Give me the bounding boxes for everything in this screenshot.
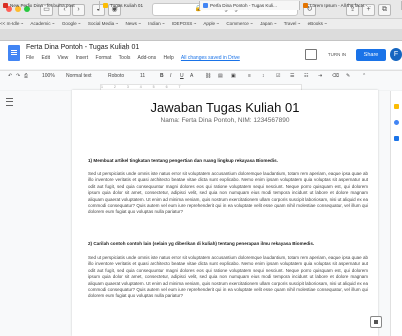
save-status[interactable]: All changes saved in Drive: [181, 55, 240, 61]
menu-help[interactable]: Help: [164, 55, 174, 61]
share-button[interactable]: Share: [356, 49, 386, 61]
bookmarks-bar: << m-Idle ~ Academic ~ Google ~ Social M…: [0, 19, 402, 29]
font-size-select[interactable]: 11: [140, 71, 145, 82]
browser-tab-active[interactable]: Perfa Dina Pontoh - Tugas Kuli...: [200, 1, 300, 10]
bookmark-item[interactable]: << m-Idle ~: [0, 21, 23, 26]
docs-logo-icon[interactable]: [8, 45, 20, 61]
bookmark-item[interactable]: IDEPOSS ~: [172, 21, 196, 26]
menu-format[interactable]: Format: [96, 55, 112, 61]
bookmark-item[interactable]: Japan ~: [260, 21, 276, 26]
print-icon[interactable]: ⎙: [24, 71, 28, 82]
edit-mode-icon[interactable]: ✎: [346, 71, 350, 82]
browser-tab[interactable]: Lorem Ipsum - All the facts -...: [300, 1, 402, 10]
undo-icon[interactable]: ↶: [8, 71, 12, 82]
checklist-icon[interactable]: ☑: [276, 71, 280, 82]
answer-2-paragraph[interactable]: Sed ut perspiciatis unde omnis iste natu…: [88, 255, 368, 335]
menu-tools[interactable]: Tools: [119, 55, 131, 61]
bookmark-item[interactable]: Commerce ~: [226, 21, 252, 26]
tab-favicon-icon: [103, 3, 108, 8]
side-panel: [390, 91, 402, 336]
menu-view[interactable]: View: [57, 55, 68, 61]
star-icon[interactable]: ☆: [123, 44, 129, 52]
clear-format-icon[interactable]: ⌫: [332, 71, 339, 82]
zoom-select[interactable]: 100%: [42, 71, 55, 82]
tab-favicon-icon: [303, 3, 308, 8]
calendar-icon[interactable]: [394, 136, 399, 141]
tab-bar: [0, 29, 402, 41]
indent-icon[interactable]: ⇥: [318, 71, 322, 82]
collapse-icon[interactable]: ⌃: [362, 71, 366, 82]
bookmark-item[interactable]: eBooks ~: [308, 21, 327, 26]
tab-favicon-icon: [3, 3, 8, 8]
answer-1-paragraph[interactable]: Sed ut perspiciatis unde omnis iste natu…: [88, 171, 368, 231]
menu-addons[interactable]: Add-ons: [137, 55, 156, 61]
bookmark-item[interactable]: Social Media ~: [88, 21, 118, 26]
line-spacing-icon[interactable]: ↕: [262, 71, 265, 82]
question-2[interactable]: 2) Carilah contoh contoh lain (selain yg…: [88, 241, 368, 246]
outline-icon[interactable]: [6, 98, 13, 106]
menu-bar: File Edit View Insert Format Tools Add-o…: [26, 55, 246, 61]
tab-label: New Perfix Dina - fer.bulna.post: [10, 3, 75, 8]
font-select[interactable]: Roboto: [108, 71, 124, 82]
underline-button[interactable]: U: [180, 71, 184, 82]
menu-edit[interactable]: Edit: [41, 55, 50, 61]
document-heading[interactable]: Jawaban Tugas Kuliah 01: [72, 100, 378, 115]
bookmark-item[interactable]: Travel ~: [284, 21, 301, 26]
browser-tab[interactable]: Tugas Kuliah 01: [100, 1, 200, 10]
question-1[interactable]: 1) Membuat artikel tingkatan tentang pen…: [88, 158, 368, 163]
bold-button[interactable]: B: [160, 71, 164, 82]
comment-icon[interactable]: [305, 49, 317, 60]
style-select[interactable]: Normal text: [66, 71, 92, 82]
tab-favicon-icon: [203, 3, 208, 8]
text-color-button[interactable]: A: [190, 71, 193, 82]
tab-label: Perfa Dina Pontoh - Tugas Kuli...: [210, 3, 277, 8]
insert-comment-icon[interactable]: ▤: [218, 71, 223, 82]
avatar[interactable]: F: [390, 48, 402, 61]
tasks-icon[interactable]: [394, 120, 399, 125]
document-subheading[interactable]: Nama: Ferta Dina Pontoh, NIM: 1234567890: [72, 117, 378, 124]
tab-label: Lorem Ipsum - All the facts -...: [310, 3, 372, 8]
align-icon[interactable]: ≡: [248, 71, 251, 82]
bookmark-item[interactable]: News ~: [125, 21, 140, 26]
italic-button[interactable]: I: [170, 71, 171, 82]
menu-insert[interactable]: Insert: [76, 55, 89, 61]
bookmark-item[interactable]: Indian ~: [148, 21, 164, 26]
menu-file[interactable]: File: [26, 55, 34, 61]
insert-image-icon[interactable]: ▣: [231, 71, 236, 82]
bulleted-list-icon[interactable]: ☰: [290, 71, 294, 82]
browser-tab[interactable]: New Perfix Dina - fer.bulna.post: [0, 1, 100, 10]
turn-in-button[interactable]: TURN IN: [322, 49, 352, 60]
redo-icon[interactable]: ↷: [16, 71, 20, 82]
keep-icon[interactable]: [394, 104, 399, 109]
explore-icon[interactable]: [370, 316, 382, 328]
bookmark-item[interactable]: Apple ~: [203, 21, 219, 26]
link-icon[interactable]: ⛓: [205, 71, 211, 82]
bookmark-item[interactable]: Google ~: [62, 21, 81, 26]
tab-label: Tugas Kuliah 01: [110, 3, 144, 8]
bookmark-item[interactable]: Academic ~: [30, 21, 54, 26]
numbered-list-icon[interactable]: ☷: [304, 71, 308, 82]
